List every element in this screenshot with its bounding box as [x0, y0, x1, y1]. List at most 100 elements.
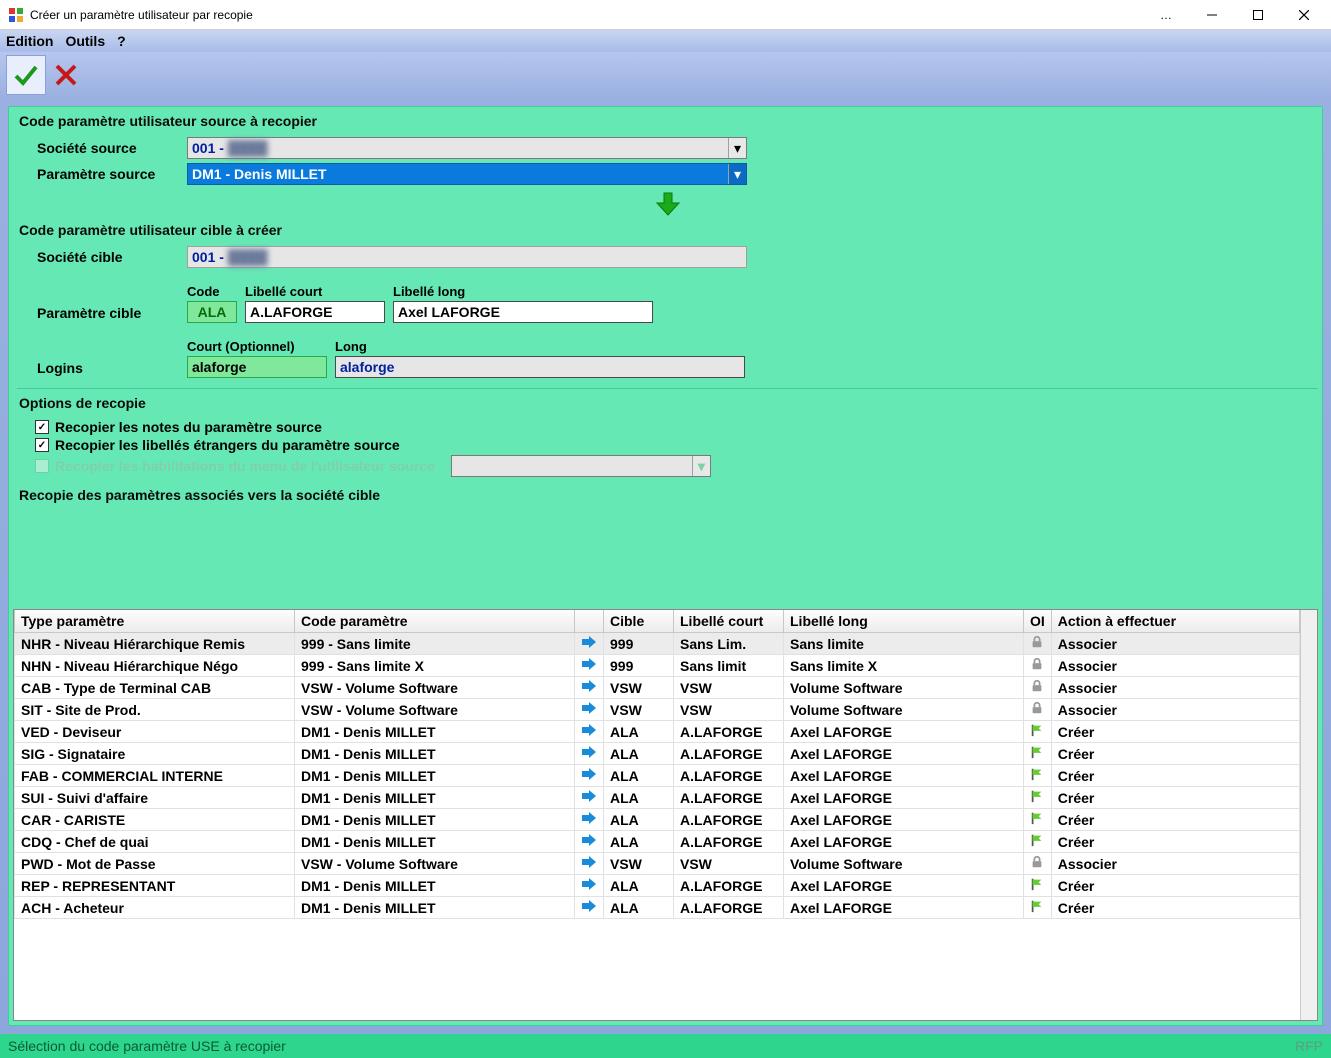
chevron-down-icon: ▾ [728, 164, 746, 184]
cell-libl: Axel LAFORGE [784, 831, 1024, 853]
cell-action: Créer [1051, 787, 1299, 809]
maximize-button[interactable] [1235, 0, 1281, 30]
minimize-button[interactable] [1189, 0, 1235, 30]
login-long-input[interactable] [335, 356, 745, 378]
table-row[interactable]: PWD - Mot de PasseVSW - Volume Software V… [15, 853, 1300, 875]
cell-type: SIG - Signataire [15, 743, 295, 765]
cell-code: VSW - Volume Software [295, 677, 575, 699]
status-right: RFP [1295, 1038, 1323, 1054]
opt-libs-label: Recopier les libellés étrangers du param… [55, 437, 400, 453]
col-libl[interactable]: Libellé long [784, 610, 1024, 633]
cell-cible: ALA [604, 875, 674, 897]
cell-cible: VSW [604, 677, 674, 699]
menu-edition[interactable]: Edition [6, 33, 53, 49]
societe-source-label: Société source [37, 140, 187, 156]
cible-title: Code paramètre utilisateur cible à créer [19, 222, 1318, 238]
opt-notes-row[interactable]: ✓ Recopier les notes du paramètre source [35, 419, 1318, 435]
cell-action: Créer [1051, 721, 1299, 743]
table-row[interactable]: REP - REPRESENTANTDM1 - Denis MILLETALAA… [15, 875, 1300, 897]
table-row[interactable]: SIG - SignataireDM1 - Denis MILLETALAA.L… [15, 743, 1300, 765]
more-button[interactable]: … [1143, 0, 1189, 30]
cell-type: FAB - COMMERCIAL INTERNE [15, 765, 295, 787]
confirm-button[interactable] [6, 55, 46, 95]
cell-libc: A.LAFORGE [674, 721, 784, 743]
cell-libc: VSW [674, 853, 784, 875]
menubar: Edition Outils ? [0, 30, 1331, 52]
cell-oi-icon [1024, 831, 1052, 853]
cross-icon [52, 61, 80, 89]
col-type[interactable]: Type paramètre [15, 610, 295, 633]
cell-action: Associer [1051, 677, 1299, 699]
table-row[interactable]: CAB - Type de Terminal CABVSW - Volume S… [15, 677, 1300, 699]
arrow-right-icon [575, 787, 604, 809]
param-source-field[interactable]: DM1 - Denis MILLET ▾ [187, 163, 747, 185]
login-court-input[interactable] [187, 356, 327, 378]
col-code[interactable]: Code paramètre [295, 610, 575, 633]
vertical-scrollbar[interactable] [1300, 610, 1317, 1020]
copy-direction-arrow [17, 191, 1318, 220]
arrow-right-icon [575, 721, 604, 743]
param-source-label: Paramètre source [37, 166, 187, 182]
cell-oi-icon [1024, 677, 1052, 699]
source-title: Code paramètre utilisateur source à reco… [19, 113, 1318, 129]
cell-libl: Axel LAFORGE [784, 897, 1024, 919]
cell-type: CAB - Type de Terminal CAB [15, 677, 295, 699]
societe-cible-field[interactable]: 001 - ████ [187, 246, 747, 268]
cell-libc: VSW [674, 699, 784, 721]
table-row[interactable]: NHR - Niveau Hiérarchique Remis999 - San… [15, 633, 1300, 655]
col-libc[interactable]: Libellé court [674, 610, 784, 633]
table-row[interactable]: VED - DeviseurDM1 - Denis MILLETALAA.LAF… [15, 721, 1300, 743]
cell-action: Créer [1051, 897, 1299, 919]
cell-action: Créer [1051, 743, 1299, 765]
col-oi[interactable]: OI [1024, 610, 1052, 633]
cell-action: Associer [1051, 699, 1299, 721]
table-row[interactable]: CAR - CARISTEDM1 - Denis MILLETALAA.LAFO… [15, 809, 1300, 831]
arrow-right-icon [575, 831, 604, 853]
cell-libl: Volume Software [784, 853, 1024, 875]
code-input[interactable] [187, 301, 237, 323]
table-row[interactable]: FAB - COMMERCIAL INTERNEDM1 - Denis MILL… [15, 765, 1300, 787]
logins-label: Logins [37, 360, 187, 378]
opt-libs-row[interactable]: ✓ Recopier les libellés étrangers du par… [35, 437, 1318, 453]
cell-action: Créer [1051, 765, 1299, 787]
cancel-button[interactable] [46, 55, 86, 95]
cell-type: NHN - Niveau Hiérarchique Négo [15, 655, 295, 677]
cell-oi-icon [1024, 699, 1052, 721]
liblong-input[interactable] [393, 301, 653, 323]
table-row[interactable]: CDQ - Chef de quaiDM1 - Denis MILLETALAA… [15, 831, 1300, 853]
col-cible[interactable]: Cible [604, 610, 674, 633]
checkbox-checked-icon: ✓ [35, 420, 49, 434]
cell-cible: ALA [604, 765, 674, 787]
arrow-right-icon [575, 743, 604, 765]
cell-cible: ALA [604, 743, 674, 765]
table-row[interactable]: SUI - Suivi d'affaireDM1 - Denis MILLETA… [15, 787, 1300, 809]
cell-libc: A.LAFORGE [674, 809, 784, 831]
cell-cible: 999 [604, 633, 674, 655]
opt-habil-row: Recopier les habilitations du menu de l'… [35, 455, 1318, 477]
titlebar: Créer un paramètre utilisateur par recop… [0, 0, 1331, 30]
cell-oi-icon [1024, 809, 1052, 831]
cell-code: VSW - Volume Software [295, 853, 575, 875]
login-long-head: Long [335, 339, 745, 354]
menu-outils[interactable]: Outils [65, 33, 105, 49]
table-row[interactable]: SIT - Site de Prod.VSW - Volume Software… [15, 699, 1300, 721]
cell-cible: ALA [604, 787, 674, 809]
table-row[interactable]: NHN - Niveau Hiérarchique Négo999 - Sans… [15, 655, 1300, 677]
cell-oi-icon [1024, 787, 1052, 809]
close-button[interactable] [1281, 0, 1327, 30]
cell-code: 999 - Sans limite [295, 633, 575, 655]
col-action[interactable]: Action à effectuer [1051, 610, 1299, 633]
cell-libl: Axel LAFORGE [784, 721, 1024, 743]
arrow-right-icon [575, 809, 604, 831]
table-row[interactable]: ACH - AcheteurDM1 - Denis MILLETALAA.LAF… [15, 897, 1300, 919]
cell-action: Créer [1051, 875, 1299, 897]
menu-help[interactable]: ? [117, 33, 126, 49]
cell-libl: Axel LAFORGE [784, 875, 1024, 897]
arrow-right-icon [575, 897, 604, 919]
chevron-down-icon: ▾ [728, 138, 746, 158]
cell-libc: A.LAFORGE [674, 743, 784, 765]
libcourt-input[interactable] [245, 301, 385, 323]
chevron-down-icon: ▾ [692, 456, 710, 476]
societe-source-field[interactable]: 001 - ████ ▾ [187, 137, 747, 159]
cell-type: PWD - Mot de Passe [15, 853, 295, 875]
